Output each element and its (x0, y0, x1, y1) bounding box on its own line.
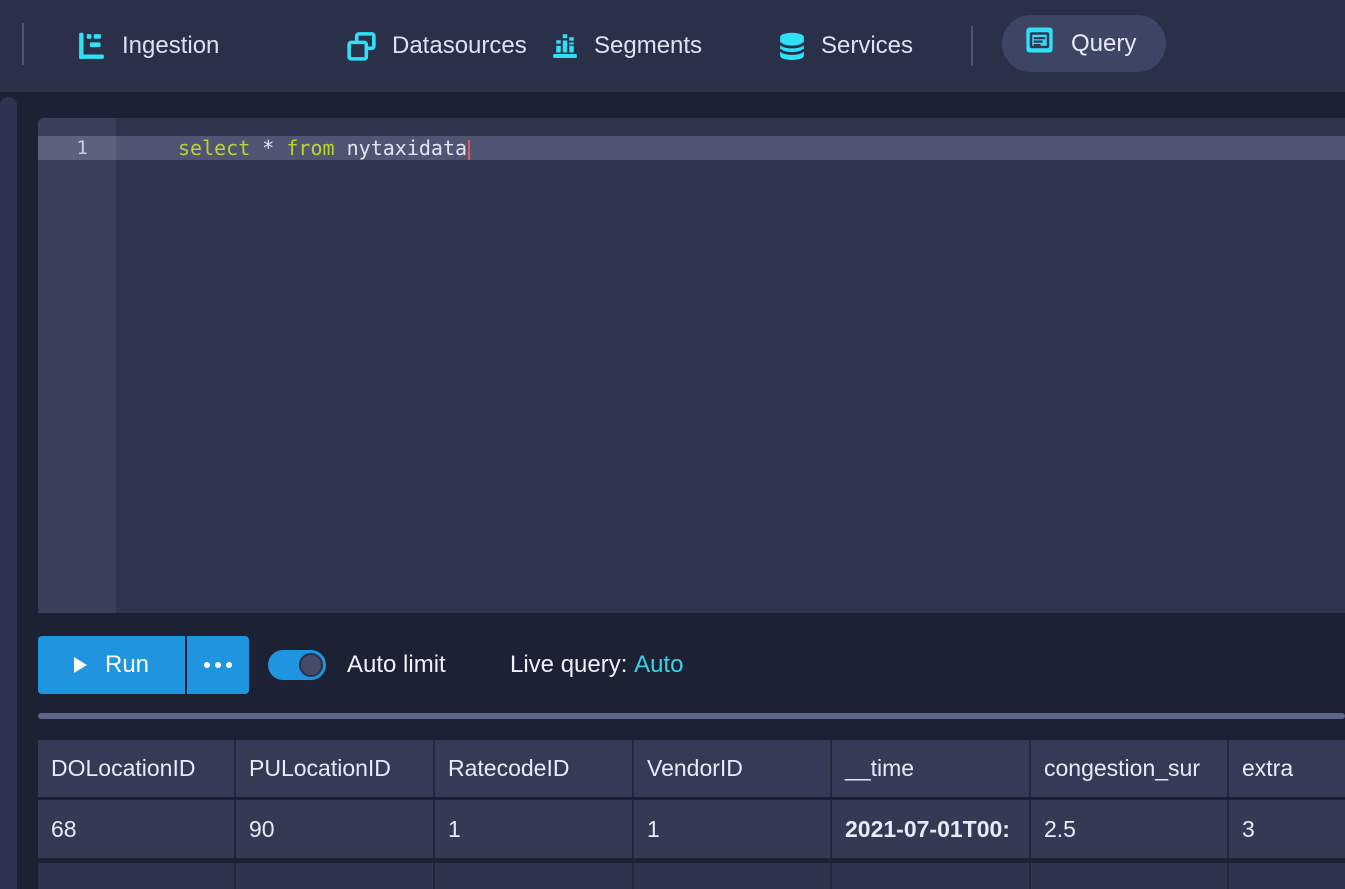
table-row-partial (38, 863, 1345, 889)
nav-left-divider (22, 23, 24, 65)
run-button-label: Run (105, 651, 149, 679)
nav-item-datasources[interactable]: Datasources (345, 0, 527, 92)
table-cell[interactable]: 1 (435, 800, 634, 858)
live-query-control[interactable]: Live query: Auto (510, 636, 683, 694)
line-number: 1 (38, 136, 116, 160)
table-cell[interactable]: 90 (236, 800, 435, 858)
play-icon (74, 657, 87, 673)
column-header[interactable]: congestion_sur (1031, 740, 1229, 797)
live-query-value[interactable]: Auto (634, 651, 683, 678)
sql-editor[interactable]: 1 select * from nytaxidata (38, 118, 1345, 613)
run-more-options-button[interactable] (187, 636, 249, 694)
run-button[interactable]: Run (38, 636, 185, 694)
sql-star: * (262, 136, 286, 160)
sql-keyword: select (178, 136, 262, 160)
editor-gutter (38, 118, 116, 613)
table-cell-time[interactable]: 2021-07-01T00: (832, 800, 1031, 858)
toggle-knob (299, 653, 323, 677)
nav-item-label: Query (1071, 30, 1136, 58)
table-cell[interactable]: 2.5 (1031, 800, 1229, 858)
query-text[interactable]: select * from nytaxidata (178, 136, 470, 160)
text-cursor (468, 140, 470, 160)
datasources-icon (345, 30, 378, 63)
table-cell[interactable]: 1 (634, 800, 832, 858)
column-header[interactable]: __time (832, 740, 1031, 797)
nav-item-segments[interactable]: Segments (550, 0, 702, 92)
nav-item-label: Datasources (392, 32, 527, 60)
table-row: 68 90 1 1 2021-07-01T00: 2.5 3 (38, 800, 1345, 858)
nav-item-label: Services (821, 32, 913, 60)
auto-limit-label: Auto limit (347, 636, 446, 694)
panel-splitter[interactable] (38, 713, 1345, 719)
segments-icon (550, 31, 580, 61)
nav-item-services[interactable]: Services (777, 0, 913, 92)
left-panel-strip (0, 97, 17, 889)
more-icon (204, 662, 232, 668)
top-nav: Ingestion Datasources Segments (0, 0, 1345, 92)
nav-item-label: Ingestion (122, 32, 219, 60)
nav-item-ingestion[interactable]: Ingestion (75, 0, 219, 92)
auto-limit-toggle[interactable] (268, 650, 326, 680)
sql-keyword: from (286, 136, 346, 160)
ingestion-icon (75, 30, 108, 63)
table-cell[interactable]: 68 (38, 800, 236, 858)
nav-item-query[interactable]: Query (1002, 15, 1166, 72)
column-header[interactable]: VendorID (634, 740, 832, 797)
sql-identifier: nytaxidata (347, 136, 467, 160)
nav-separator (971, 26, 973, 66)
column-header[interactable]: DOLocationID (38, 740, 236, 797)
column-header[interactable]: extra (1229, 740, 1345, 797)
column-header[interactable]: PULocationID (236, 740, 435, 797)
nav-item-label: Segments (594, 32, 702, 60)
query-icon (1024, 25, 1055, 62)
column-header[interactable]: RatecodeID (435, 740, 634, 797)
table-cell[interactable]: 3 (1229, 800, 1345, 858)
results-header-row: DOLocationID PULocationID RatecodeID Ven… (38, 740, 1345, 797)
services-icon (777, 30, 807, 63)
live-query-label: Live query: (510, 651, 627, 678)
